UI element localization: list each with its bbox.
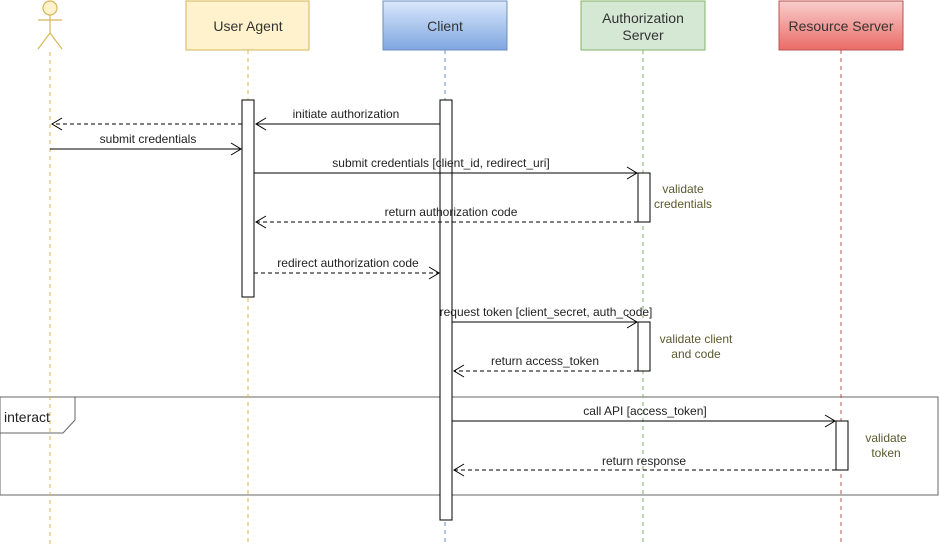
participant-user-agent[interactable]: User Agent [185,0,310,51]
participant-client[interactable]: Client [382,0,508,51]
participant-label: Client [427,18,463,34]
participant-authorization-server[interactable]: Authorization Server [580,0,706,51]
message-prompt-user [51,117,242,131]
message-label: return response [602,454,686,468]
activation-auth-server-1 [637,172,651,223]
participant-label-line1: Authorization [602,10,684,26]
note-line: validate [662,182,704,196]
frame-label: interact [4,409,50,425]
message-label: submit credentials [client_id, redirect_… [332,156,549,170]
participant-label: User Agent [213,18,282,34]
message-label: return authorization code [385,205,518,219]
note-line: validate client [660,332,733,346]
message-label: submit credentials [100,132,197,146]
participant-label: Resource Server [788,18,893,34]
note-line: validate [865,431,907,445]
interact-frame: interact [0,396,939,496]
frame-border [0,396,939,496]
note-line: and code [671,347,721,361]
message-label: initiate authorization [293,107,400,121]
sequence-diagram: interact User Agent Client Authorization… [0,0,939,545]
participant-resource-server[interactable]: Resource Server [778,0,904,51]
stick-figure-icon [37,0,63,50]
participant-label-line2: Server [622,27,664,43]
message-label: return access_token [491,354,599,368]
actor-user[interactable] [37,0,63,50]
activation-user-agent [241,99,255,298]
note-line: token [871,446,900,460]
activation-auth-server-2 [637,321,651,372]
message-label: call API [access_token] [583,404,706,418]
note-line: credentials [654,197,712,211]
message-label: request token [client_secret, auth_code] [440,305,653,319]
message-label: redirect authorization code [277,256,419,270]
activation-resource-server [835,420,849,471]
